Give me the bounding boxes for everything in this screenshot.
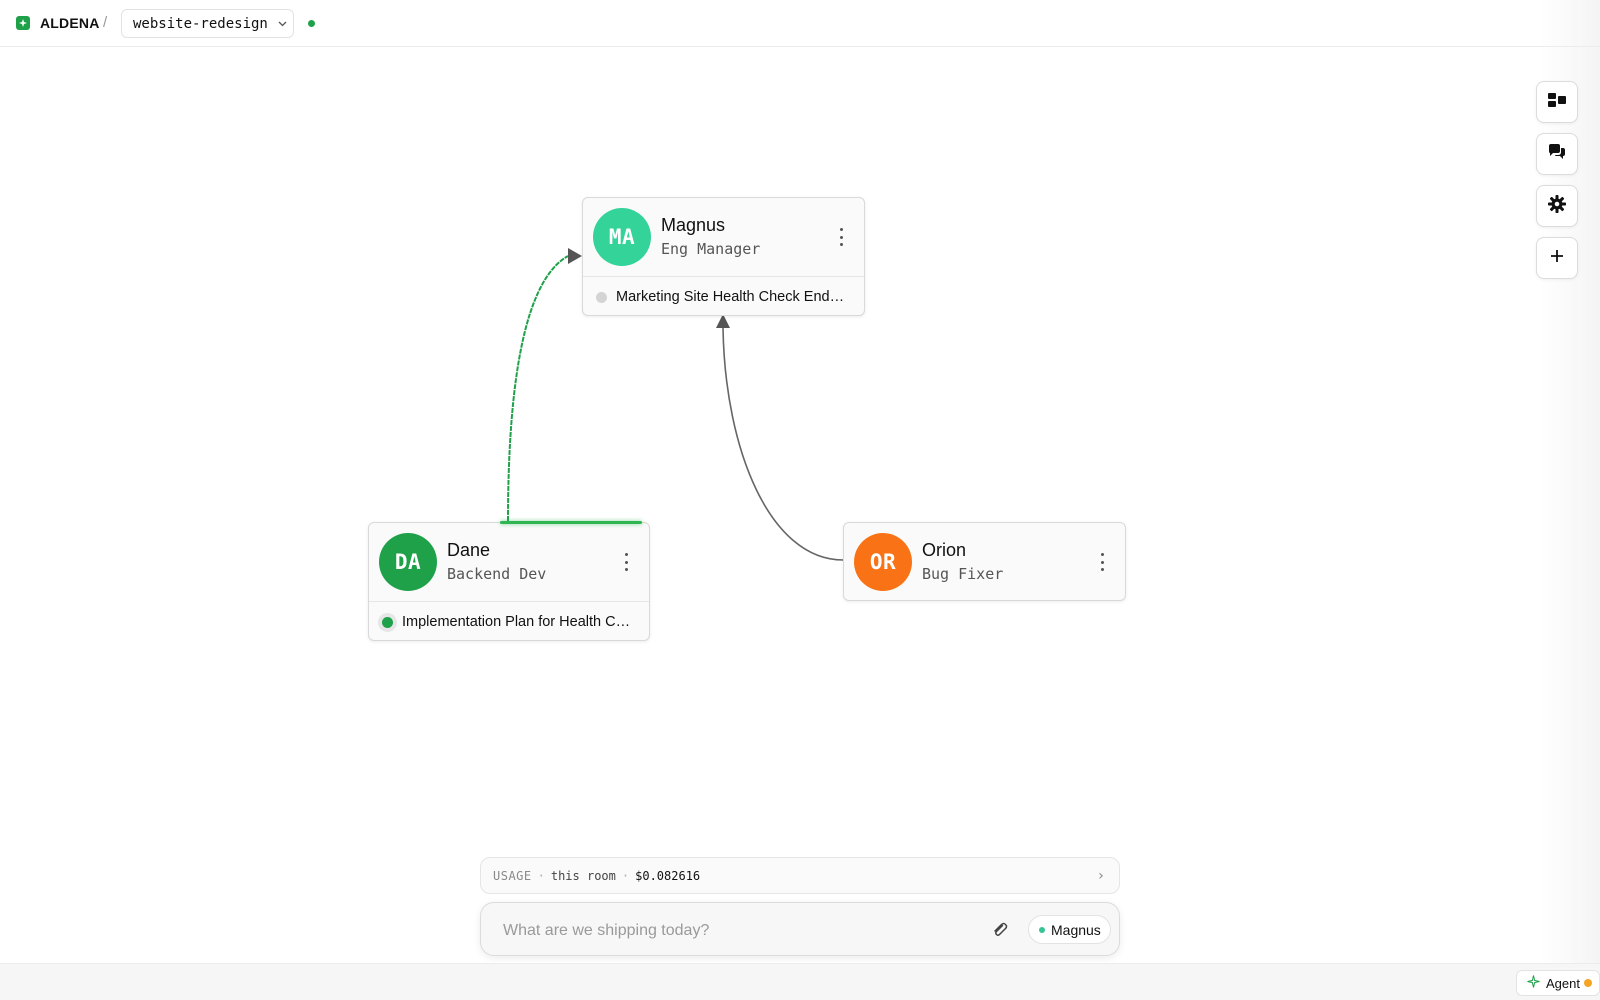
gear-icon	[1548, 194, 1566, 218]
notification-badge	[1584, 979, 1592, 987]
agent-name: Magnus	[661, 215, 726, 235]
dashboard-layout-icon	[1548, 92, 1566, 112]
task-title: Marketing Site Health Check Endpoint	[616, 289, 848, 305]
more-options-icon[interactable]	[1097, 553, 1107, 571]
task-status-dot	[382, 616, 393, 628]
agent-button-label: Agent	[1546, 975, 1580, 991]
node-task[interactable]: Implementation Plan for Health Check End…	[369, 601, 649, 642]
add-agent-button[interactable]	[1536, 237, 1578, 279]
edge-orion-to-magnus	[722, 327, 844, 561]
edge-dane-to-magnus	[507, 255, 569, 522]
settings-button[interactable]	[1536, 185, 1578, 227]
task-title: Implementation Plan for Health Check End…	[402, 614, 633, 630]
chat-bubbles-icon	[1548, 143, 1566, 165]
footer-bar: Agent	[0, 963, 1600, 1000]
usage-summary[interactable]: USAGE · this room · $0.082616 ›	[480, 857, 1120, 894]
agent-role: Eng Manager	[661, 240, 761, 258]
layout-toggle-button[interactable]	[1536, 81, 1578, 123]
target-agent-selector[interactable]: Magnus	[1028, 915, 1111, 944]
agent-node-magnus[interactable]: MA Magnus Eng Manager Marketing Site Hea…	[582, 197, 865, 316]
canvas-edges	[507, 248, 844, 561]
more-options-icon[interactable]	[836, 228, 846, 246]
usage-separator: ·	[621, 868, 630, 883]
task-status-dot	[596, 291, 607, 303]
avatar: OR	[854, 533, 912, 591]
usage-label: USAGE	[493, 868, 532, 883]
paperclip-icon[interactable]	[989, 919, 1011, 941]
target-agent-name: Magnus	[1051, 921, 1101, 938]
more-options-icon[interactable]	[621, 553, 631, 571]
agent-name: Orion	[922, 540, 967, 560]
agent-role: Bug Fixer	[922, 565, 1004, 583]
plus-icon	[1550, 249, 1564, 268]
message-input[interactable]	[501, 917, 965, 945]
avatar: MA	[593, 208, 651, 266]
chat-button[interactable]	[1536, 133, 1578, 175]
usage-scope: this room	[550, 868, 616, 883]
sparkle-icon	[1527, 975, 1540, 991]
message-composer: Magnus	[480, 902, 1120, 956]
agent-node-orion[interactable]: OR Orion Bug Fixer	[843, 522, 1126, 601]
usage-cost: $0.082616	[635, 868, 701, 883]
active-connection-indicator	[500, 521, 642, 524]
agent-role: Backend Dev	[447, 565, 547, 583]
agent-node-dane[interactable]: DA Dane Backend Dev Implementation Plan …	[368, 522, 650, 641]
avatar: DA	[379, 533, 437, 591]
agent-name: Dane	[447, 540, 491, 560]
node-header: DA Dane Backend Dev	[369, 523, 649, 601]
node-task[interactable]: Marketing Site Health Check Endpoint	[583, 276, 864, 317]
chevron-right-icon[interactable]: ›	[1097, 868, 1105, 884]
usage-separator: ·	[537, 868, 545, 883]
agent-status-dot	[1039, 926, 1045, 933]
node-header: OR Orion Bug Fixer	[844, 523, 1125, 601]
node-header: MA Magnus Eng Manager	[583, 198, 864, 276]
edge-arrowhead	[568, 248, 582, 264]
